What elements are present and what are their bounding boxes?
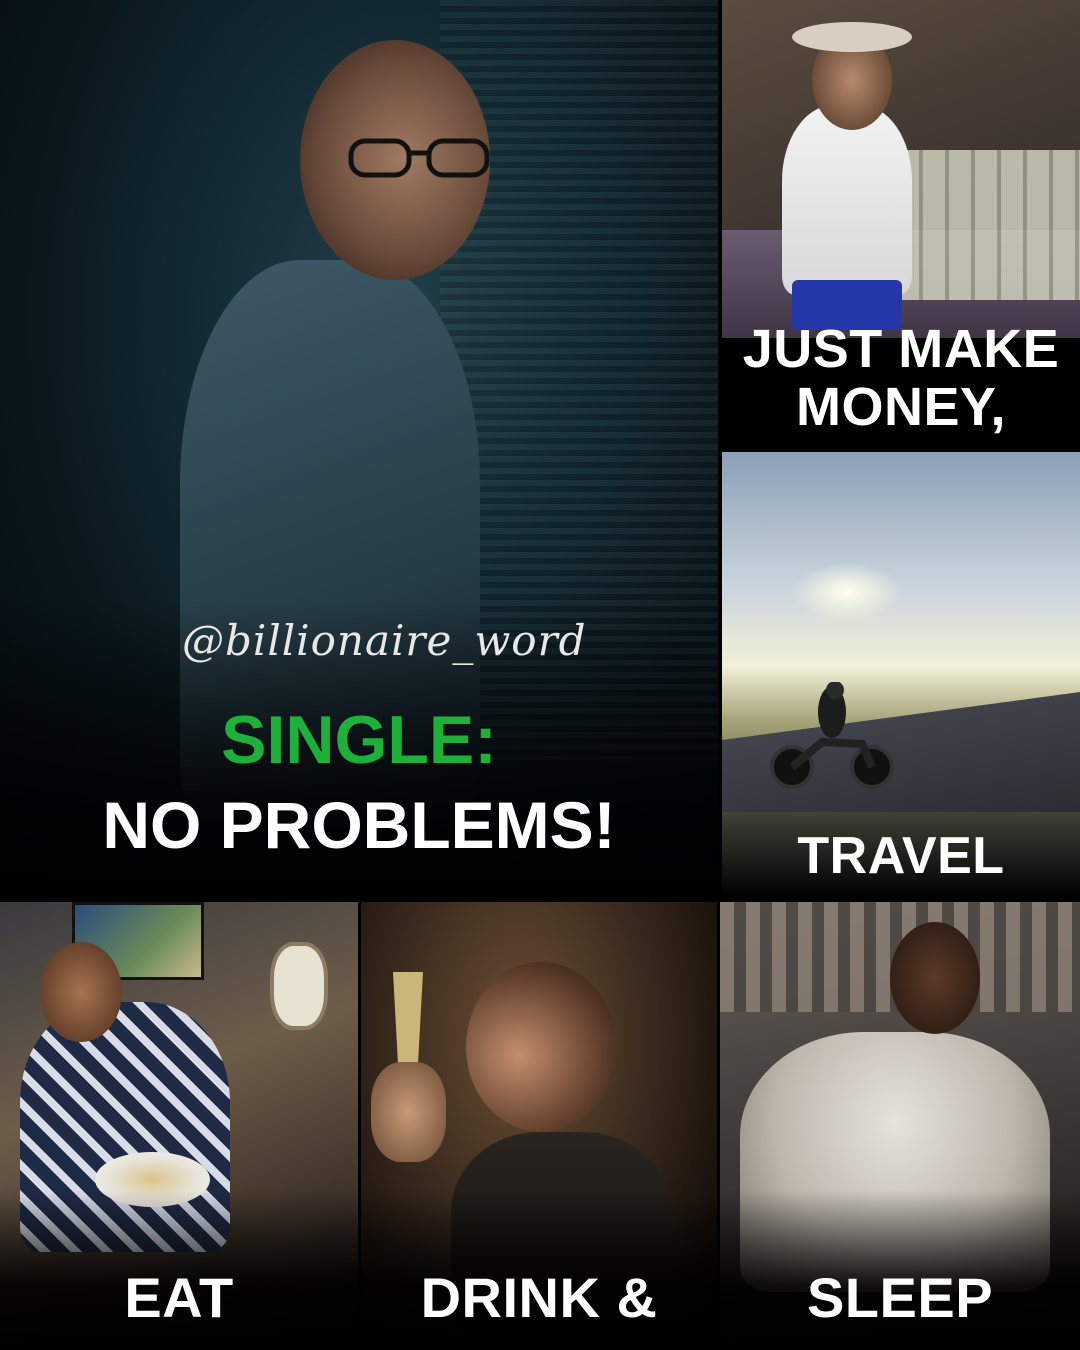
drink-photo-panel: DRINK & bbox=[361, 902, 717, 1350]
cash-stacks bbox=[897, 150, 1080, 300]
caption-travel: TRAVEL bbox=[797, 827, 1005, 885]
travel-photo-panel: TRAVEL bbox=[722, 452, 1080, 898]
headline-no-problems: NO PROBLEMS! bbox=[102, 788, 616, 862]
sleep-photo-panel: SLEEP bbox=[720, 902, 1080, 1350]
sun-glow bbox=[792, 562, 902, 622]
caption-just-make-money: JUST MAKE MONEY, bbox=[742, 319, 1060, 437]
caption-drink: DRINK & bbox=[420, 1266, 658, 1329]
eat-photo-panel: EAT bbox=[0, 902, 358, 1350]
caption-eat: EAT bbox=[124, 1266, 234, 1329]
caption-sleep: SLEEP bbox=[806, 1266, 994, 1329]
man-in-shirt-head bbox=[40, 942, 122, 1042]
man-with-hat-body bbox=[782, 105, 912, 295]
main-photo-panel: @billionaire_word SINGLE: NO PROBLEMS! bbox=[0, 0, 718, 898]
money-photo-panel: JUST MAKE MONEY, bbox=[722, 0, 1080, 448]
man-in-jacket-head bbox=[890, 922, 980, 1034]
man-with-cap-head bbox=[466, 962, 616, 1132]
headline-single: SINGLE: bbox=[221, 702, 497, 778]
watermark-handle: @billionaire_word bbox=[182, 616, 587, 665]
motorcycle-icon bbox=[767, 681, 897, 792]
hand bbox=[371, 1062, 446, 1162]
airplane-window bbox=[270, 942, 328, 1030]
cowboy-hat-icon bbox=[792, 22, 912, 52]
glasses-icon bbox=[345, 135, 495, 179]
